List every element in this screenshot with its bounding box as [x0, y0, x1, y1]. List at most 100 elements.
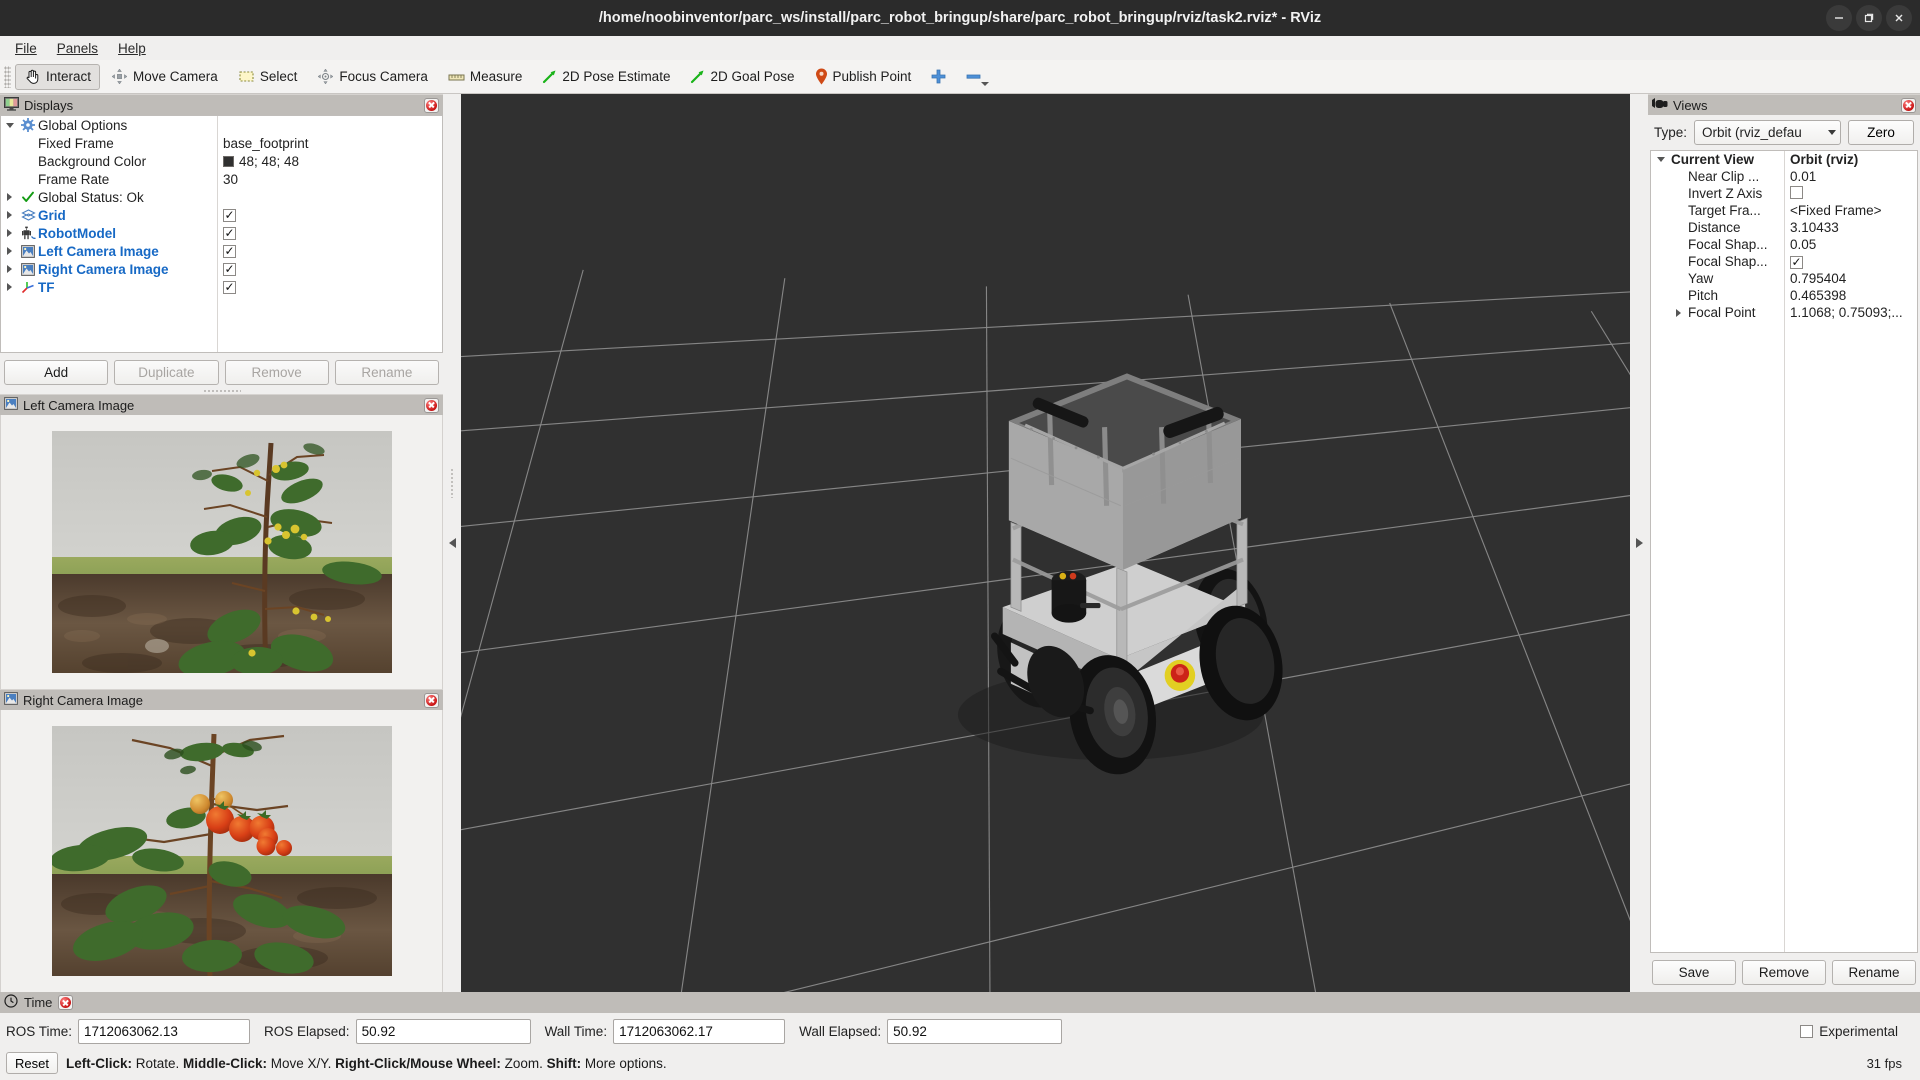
collapse-left-icon[interactable] [448, 538, 456, 548]
views-value[interactable]: <Fixed Frame> [1790, 203, 1882, 218]
close-icon[interactable] [1886, 5, 1912, 31]
tree-checkbox-robotmodel[interactable]: ✓ [223, 226, 236, 240]
views-row-target-frame[interactable]: Target Fra... <Fixed Frame> [1651, 202, 1917, 219]
views-row-current-view[interactable]: Current View Orbit (rviz) [1651, 151, 1917, 168]
tree-checkbox-grid[interactable]: ✓ [223, 208, 236, 222]
minimize-icon[interactable] [1826, 5, 1852, 31]
hint-right-click: Right-Click/Mouse Wheel: [335, 1055, 501, 1071]
tool-measure[interactable]: Measure [439, 64, 532, 90]
experimental-toggle[interactable]: Experimental [1800, 1024, 1914, 1039]
rename-view-button[interactable]: Rename [1832, 960, 1916, 985]
displays-tree[interactable]: Global Options Fixed Frame base_footprin… [0, 115, 443, 353]
zero-button[interactable]: Zero [1848, 120, 1914, 145]
chevron-right-icon[interactable] [1, 265, 18, 273]
time-panel-close-icon[interactable] [58, 995, 74, 1010]
tool-publish-point[interactable]: Publish Point [806, 64, 921, 90]
tree-checkbox-right-camera[interactable]: ✓ [223, 262, 236, 276]
right-camera-view[interactable] [0, 710, 443, 992]
views-value[interactable]: 0.01 [1790, 169, 1816, 184]
right-panel-splitter[interactable] [1630, 94, 1648, 992]
chevron-down-icon[interactable] [981, 81, 990, 86]
toolbar-grip[interactable] [4, 65, 11, 88]
tree-row-fixed-frame[interactable]: Fixed Frame base_footprint [1, 134, 442, 152]
tool-interact[interactable]: Interact [15, 63, 101, 90]
tree-checkbox-tf[interactable]: ✓ [223, 280, 236, 294]
tool-remove-minus[interactable] [957, 64, 997, 90]
chevron-right-icon[interactable] [1, 211, 18, 219]
views-row-pitch[interactable]: Pitch 0.465398 [1651, 287, 1917, 304]
menu-file[interactable]: File [6, 39, 46, 58]
tool-select[interactable]: Select [229, 64, 307, 90]
tool-add-plus[interactable] [922, 64, 955, 90]
tree-row-background-color[interactable]: Background Color 48; 48; 48 [1, 152, 442, 170]
duplicate-button[interactable]: Duplicate [114, 360, 219, 385]
left-camera-panel-close-icon[interactable] [424, 397, 439, 413]
displays-splitter-handle[interactable] [0, 387, 443, 394]
views-checkbox-focal-shape[interactable]: ✓ [1790, 254, 1803, 269]
views-panel-close-icon[interactable] [1901, 97, 1916, 113]
reset-button[interactable]: Reset [6, 1052, 58, 1074]
views-value[interactable]: 3.10433 [1790, 220, 1839, 235]
chevron-right-icon[interactable] [1, 229, 18, 237]
remove-button[interactable]: Remove [224, 360, 329, 385]
views-row-focal-shape-fixed[interactable]: Focal Shap... ✓ [1651, 253, 1917, 270]
chevron-right-icon[interactable] [1, 193, 18, 201]
views-checkbox-invert-z[interactable] [1790, 185, 1803, 202]
tree-label: Right Camera Image [38, 261, 169, 277]
tree-row-robotmodel[interactable]: RobotModel ✓ [1, 224, 442, 242]
tree-row-global-options[interactable]: Global Options [1, 116, 442, 134]
tool-move-camera[interactable]: Move Camera [102, 64, 227, 90]
left-camera-view[interactable] [0, 415, 443, 689]
tool-focus-camera[interactable]: Focus Camera [308, 64, 437, 90]
tree-value-frame-rate[interactable]: 30 [223, 172, 238, 187]
wall-time-input[interactable] [613, 1019, 786, 1044]
tool-2d-pose-estimate[interactable]: 2D Pose Estimate [533, 64, 679, 90]
views-tree[interactable]: Current View Orbit (rviz) Near Clip ... … [1650, 150, 1918, 953]
views-row-invert-z-axis[interactable]: Invert Z Axis [1651, 185, 1917, 202]
tree-row-right-camera-image[interactable]: Right Camera Image ✓ [1, 260, 442, 278]
menu-bar: File Panels Help [0, 36, 1920, 60]
displays-panel-close-icon[interactable] [424, 97, 439, 113]
chevron-down-icon[interactable] [1651, 157, 1671, 162]
chevron-down-icon[interactable] [1, 122, 18, 128]
views-row-focal-shape-size[interactable]: Focal Shap... 0.05 [1651, 236, 1917, 253]
save-view-button[interactable]: Save [1652, 960, 1736, 985]
views-row-distance[interactable]: Distance 3.10433 [1651, 219, 1917, 236]
views-value[interactable]: 0.05 [1790, 237, 1816, 252]
tree-row-global-status[interactable]: Global Status: Ok [1, 188, 442, 206]
maximize-icon[interactable] [1856, 5, 1882, 31]
tree-row-grid[interactable]: Grid ✓ [1, 206, 442, 224]
tool-2d-goal-pose[interactable]: 2D Goal Pose [681, 64, 803, 90]
tree-value-fixed-frame[interactable]: base_footprint [223, 136, 309, 151]
remove-view-button[interactable]: Remove [1742, 960, 1826, 985]
experimental-checkbox[interactable] [1800, 1025, 1814, 1038]
render-view-3d[interactable] [461, 94, 1630, 992]
wall-elapsed-input[interactable] [887, 1019, 1063, 1044]
add-button[interactable]: Add [4, 360, 109, 385]
menu-panels[interactable]: Panels [48, 39, 107, 58]
tree-row-tf[interactable]: TF ✓ [1, 278, 442, 296]
views-row-focal-point[interactable]: Focal Point 1.1068; 0.75093;... [1651, 304, 1917, 321]
views-panel-header: Views [1648, 94, 1920, 115]
chevron-right-icon[interactable] [1, 247, 18, 255]
menu-help[interactable]: Help [109, 39, 155, 58]
tree-row-left-camera-image[interactable]: Left Camera Image ✓ [1, 242, 442, 260]
views-value[interactable]: 0.795404 [1790, 271, 1846, 286]
left-panel-splitter[interactable] [443, 94, 461, 992]
center-area [443, 94, 1648, 992]
ros-elapsed-input[interactable] [355, 1019, 531, 1044]
tree-row-frame-rate[interactable]: Frame Rate 30 [1, 170, 442, 188]
ros-time-input[interactable] [78, 1019, 251, 1044]
view-type-select[interactable]: Orbit (rviz_defau [1694, 120, 1841, 145]
chevron-right-icon[interactable] [1, 283, 18, 291]
rename-button[interactable]: Rename [334, 360, 439, 385]
right-camera-panel-close-icon[interactable] [424, 692, 439, 708]
collapse-right-icon[interactable] [1635, 538, 1643, 548]
views-row-yaw[interactable]: Yaw 0.795404 [1651, 270, 1917, 287]
tree-checkbox-left-camera[interactable]: ✓ [223, 244, 236, 258]
tree-value-background-color[interactable]: 48; 48; 48 [223, 154, 299, 169]
views-row-near-clip[interactable]: Near Clip ... 0.01 [1651, 168, 1917, 185]
views-value[interactable]: 1.1068; 0.75093;... [1790, 305, 1903, 320]
views-value[interactable]: 0.465398 [1790, 288, 1846, 303]
chevron-right-icon[interactable] [1668, 308, 1688, 317]
